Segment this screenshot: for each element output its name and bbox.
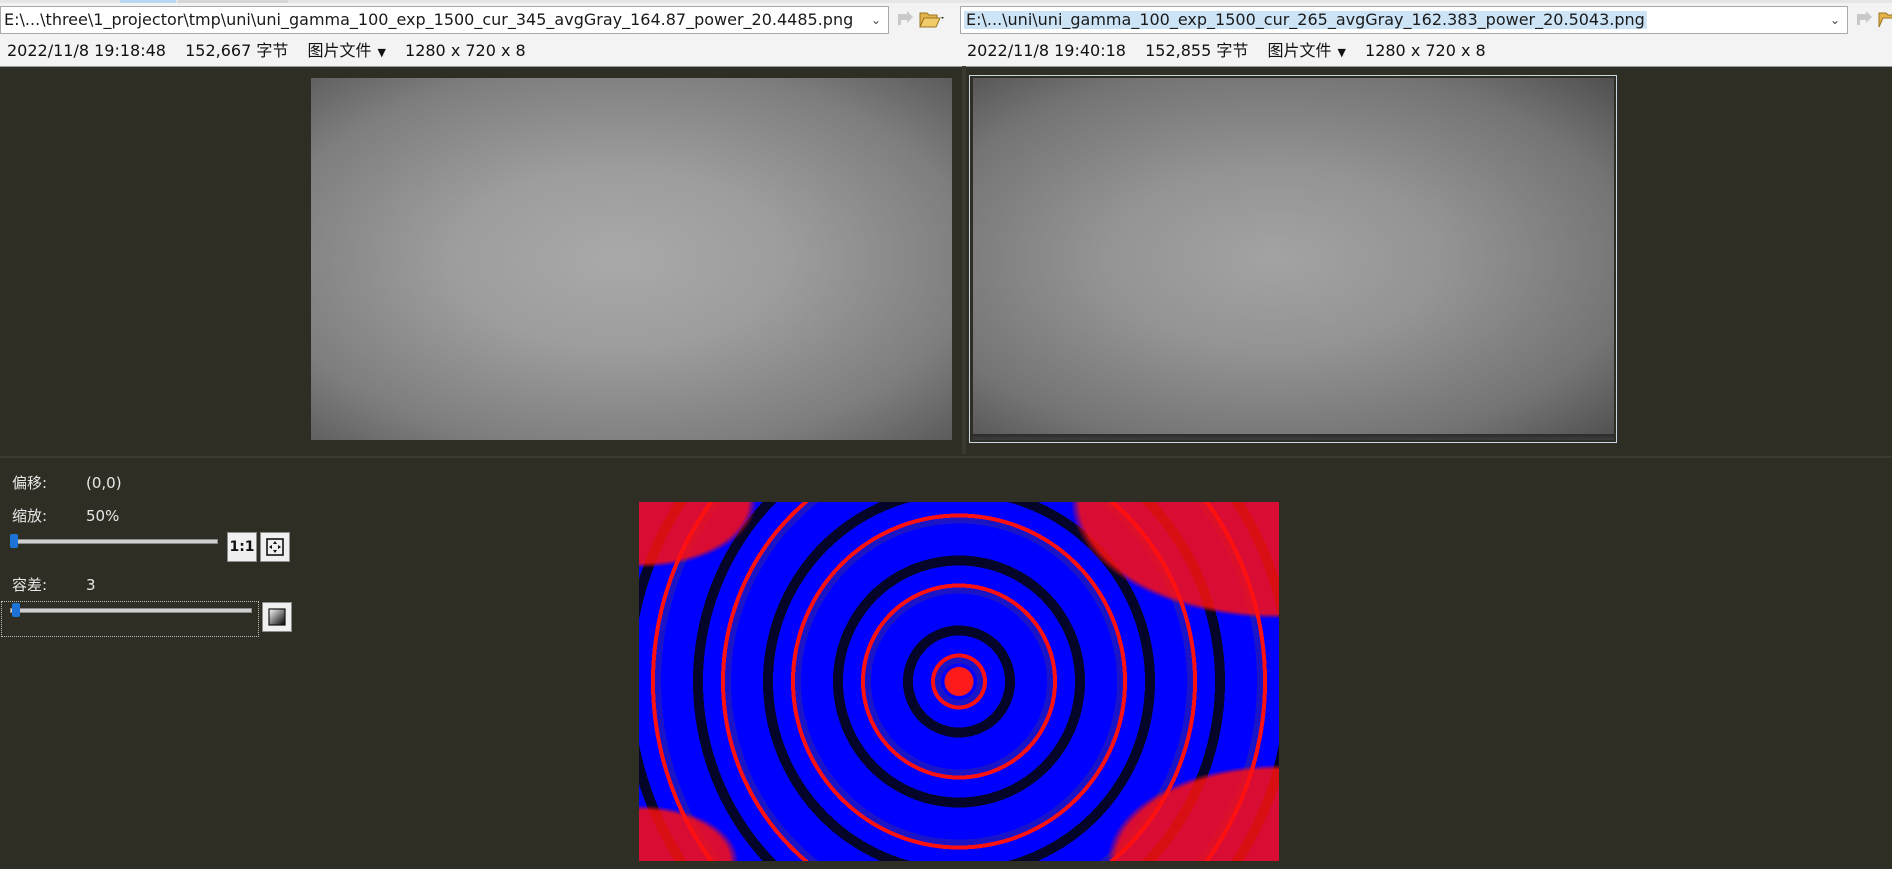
left-size: 152,667 字节 [185, 41, 289, 60]
zoom-label: 缩放: [12, 507, 48, 525]
left-type-dropdown[interactable]: 图片文件 ▼ [307, 41, 385, 60]
right-path-combobox[interactable]: E:\...\uni\uni_gamma_100_exp_1500_cur_26… [960, 6, 1848, 34]
right-type-label[interactable]: 图片文件 [1267, 41, 1331, 60]
zoom-slider-thumb[interactable] [10, 534, 18, 548]
chevron-down-icon[interactable]: ⌄ [868, 11, 884, 29]
offset-value: (0,0) [86, 474, 122, 492]
tolerance-label: 容差: [12, 576, 48, 594]
left-date: 2022/11/8 19:18:48 [7, 41, 166, 60]
folder-open-icon[interactable] [918, 8, 946, 30]
left-path-text[interactable]: E:\...\three\1_projector\tmp\uni\uni_gam… [4, 11, 862, 29]
right-file-info: 2022/11/8 19:40:18 152,855 字节 图片文件 ▼ 1280… [967, 40, 1486, 62]
toolbar: E:\...\three\1_projector\tmp\uni\uni_gam… [0, 0, 1892, 67]
actual-size-button[interactable]: 1:1 [227, 532, 257, 562]
chevron-down-icon[interactable]: ⌄ [1827, 11, 1843, 29]
right-type-dropdown[interactable]: 图片文件 ▼ [1267, 41, 1345, 60]
horizontal-splitter[interactable] [0, 456, 1892, 458]
left-image-preview[interactable] [311, 78, 952, 440]
arrow-next-icon[interactable] [894, 8, 916, 30]
left-file-info: 2022/11/8 19:18:48 152,667 字节 图片文件 ▼ 1280… [7, 40, 526, 62]
pane-splitter[interactable] [962, 66, 966, 454]
tab-inactive[interactable] [178, 0, 288, 3]
right-size: 152,855 字节 [1145, 41, 1249, 60]
chevron-down-icon[interactable]: ▼ [377, 46, 385, 59]
right-path-text[interactable]: E:\...\uni\uni_gamma_100_exp_1500_cur_26… [964, 11, 1821, 29]
tolerance-value: 3 [86, 576, 96, 594]
fit-to-window-icon [266, 538, 284, 556]
gradient-button[interactable] [262, 602, 292, 632]
tolerance-slider-thumb[interactable] [12, 603, 20, 617]
arrow-next-icon[interactable] [1853, 8, 1875, 30]
offset-label: 偏移: [12, 474, 48, 492]
folder-open-icon[interactable] [1877, 8, 1892, 30]
fit-to-window-button[interactable] [260, 532, 290, 562]
zoom-value: 50% [86, 507, 120, 525]
right-dimensions: 1280 x 720 x 8 [1365, 41, 1486, 60]
tab-strip [0, 0, 1892, 3]
chevron-down-icon[interactable]: ▼ [1337, 46, 1345, 59]
right-image-preview[interactable] [973, 78, 1614, 440]
tolerance-slider[interactable] [10, 608, 252, 613]
right-date: 2022/11/8 19:40:18 [967, 41, 1126, 60]
gradient-icon [268, 608, 286, 626]
left-type-label[interactable]: 图片文件 [307, 41, 371, 60]
left-dimensions: 1280 x 720 x 8 [405, 41, 526, 60]
tab-active[interactable] [120, 0, 176, 3]
tolerance-focus-outline [1, 601, 259, 637]
left-path-combobox[interactable]: E:\...\three\1_projector\tmp\uni\uni_gam… [0, 6, 889, 34]
difference-image[interactable] [639, 502, 1279, 861]
zoom-slider[interactable] [10, 539, 218, 544]
right-path-selected-text[interactable]: E:\...\uni\uni_gamma_100_exp_1500_cur_26… [964, 11, 1647, 29]
